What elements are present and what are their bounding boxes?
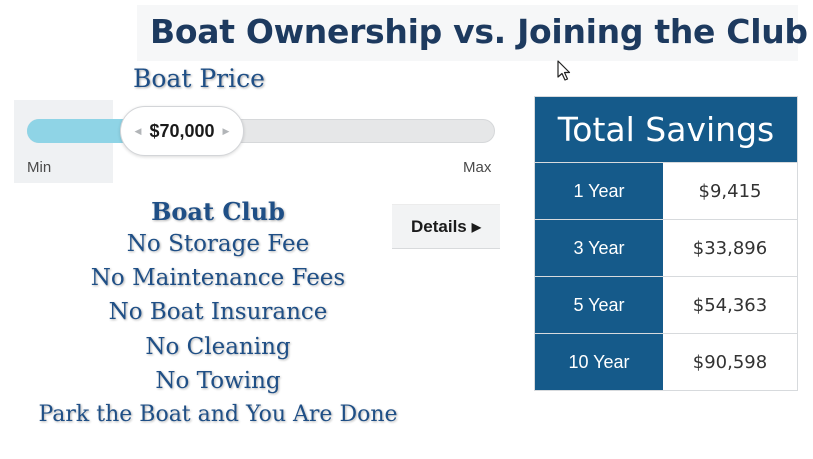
boat-price-label: Boat Price bbox=[133, 64, 265, 93]
chevron-left-icon: ◀ bbox=[134, 125, 142, 136]
price-value: $70,000 bbox=[149, 120, 215, 141]
benefit-item: No Storage Fee bbox=[126, 231, 310, 257]
page-title: Boat Ownership vs. Joining the Club bbox=[150, 12, 808, 51]
table-row: 1 Year $9,415 bbox=[535, 162, 797, 219]
benefit-item: Park the Boat and You Are Done bbox=[38, 402, 398, 428]
chevron-right-icon: ▶ bbox=[222, 125, 230, 136]
benefit-item: No Towing bbox=[155, 367, 281, 394]
benefit-item: No Cleaning bbox=[145, 333, 291, 360]
details-label: Details bbox=[411, 216, 467, 236]
savings-amount: $33,896 bbox=[692, 237, 768, 259]
savings-amount: $54,363 bbox=[692, 294, 768, 316]
savings-period: 1 Year bbox=[535, 163, 663, 219]
table-row: 5 Year $54,363 bbox=[535, 276, 797, 333]
savings-amount: $90,598 bbox=[692, 351, 768, 373]
details-button[interactable]: Details ▶ bbox=[392, 204, 500, 249]
savings-period: 5 Year bbox=[535, 277, 663, 333]
total-savings-title: Total Savings bbox=[535, 97, 797, 162]
savings-amount: $9,415 bbox=[698, 180, 762, 202]
benefit-item: No Boat Insurance bbox=[108, 299, 328, 326]
total-savings-table: Total Savings 1 Year $9,415 3 Year $33,8… bbox=[534, 96, 798, 391]
table-row: 3 Year $33,896 bbox=[535, 219, 797, 276]
club-benefits-list: Boat Club No Storage Fee No Maintenance … bbox=[0, 196, 436, 432]
savings-period: 10 Year bbox=[535, 334, 663, 390]
benefit-item: No Maintenance Fees bbox=[90, 265, 346, 292]
price-slider-handle[interactable]: ◀ $70,000 ▶ bbox=[120, 106, 244, 156]
slider-min-label: Min bbox=[27, 159, 52, 176]
savings-period: 3 Year bbox=[535, 220, 663, 276]
slider-max-label: Max bbox=[463, 159, 492, 176]
caret-right-icon: ▶ bbox=[471, 219, 481, 234]
mouse-pointer-icon bbox=[557, 60, 571, 81]
club-benefits-heading: Boat Club bbox=[151, 197, 285, 226]
table-row: 10 Year $90,598 bbox=[535, 333, 797, 390]
